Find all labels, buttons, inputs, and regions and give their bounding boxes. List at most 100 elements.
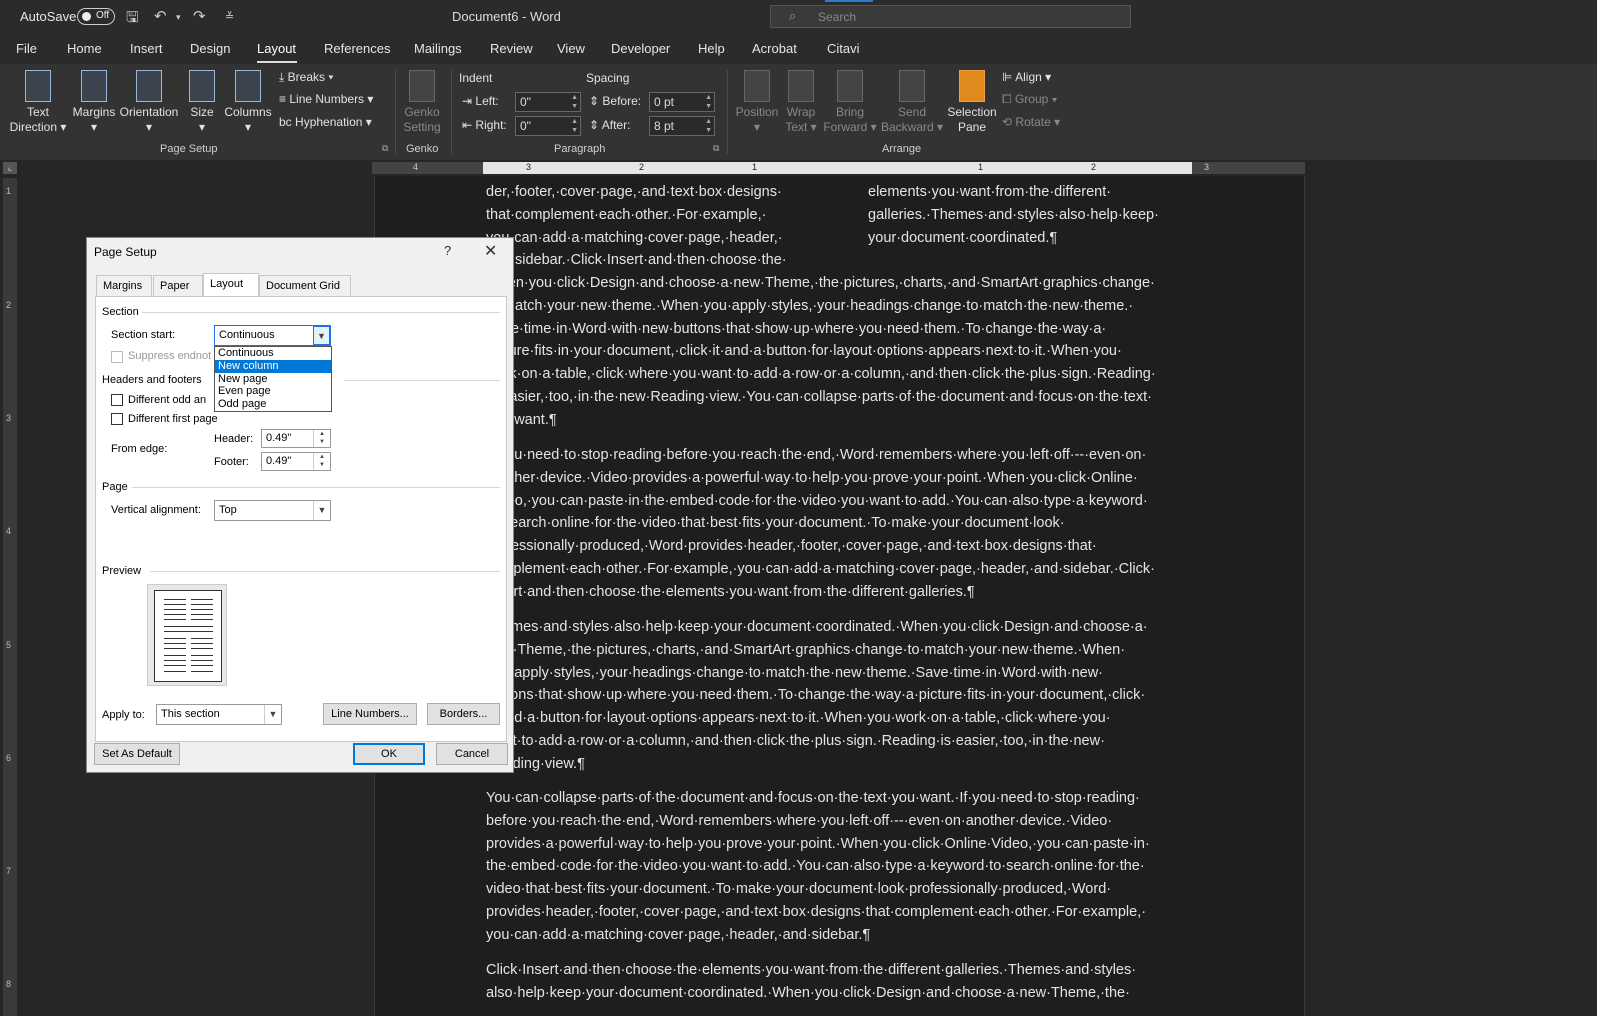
indent-left-input[interactable]: 0" ▲ ▼ <box>515 92 581 112</box>
chevron-down-icon[interactable]: ▼ <box>313 501 330 520</box>
rotate-button[interactable]: ⟲ Rotate ▾ <box>1002 115 1060 129</box>
selection-pane-button[interactable]: Selection Pane <box>945 70 999 135</box>
autosave-toggle[interactable]: Off <box>77 8 115 25</box>
save-icon[interactable]: 🖫 <box>126 7 139 32</box>
text-direction-button[interactable]: Text Direction ▾ <box>8 70 68 135</box>
spacing-before-icon: ⇕ <box>589 94 600 108</box>
ruler-number: 6 <box>6 753 12 763</box>
spacing-after-value: 8 pt <box>654 119 675 133</box>
apply-to-select[interactable]: This section ▼ <box>156 704 282 725</box>
set-as-default-button[interactable]: Set As Default <box>94 743 180 765</box>
wrap-text-icon <box>788 70 814 102</box>
align-button[interactable]: ⊫ Align ▾ <box>1002 70 1051 84</box>
tab-paper[interactable]: Paper <box>153 275 203 296</box>
search-box[interactable]: ⌕ Search <box>770 5 1131 28</box>
active-tab-indicator <box>257 61 297 63</box>
ok-button[interactable]: OK <box>353 743 425 765</box>
suppress-endnotes-label: Suppress endnot <box>128 350 212 362</box>
dropdown-option-even-page[interactable]: Even page <box>215 385 331 398</box>
tab-review[interactable]: Review <box>490 41 533 56</box>
indent-right-text: Right: <box>475 118 507 132</box>
dropdown-option-new-column[interactable]: New column <box>215 359 331 373</box>
borders-button[interactable]: Borders... <box>427 703 500 725</box>
footer-distance-input[interactable]: 0.49" ▲ ▼ <box>261 452 331 471</box>
chevron-down-icon[interactable]: ▼ <box>264 705 281 724</box>
hyphenation-button[interactable]: bc Hyphenation ▾ <box>279 115 372 129</box>
spin-arrows-icon[interactable]: ▲ ▼ <box>571 117 578 135</box>
tab-layout[interactable]: Layout <box>257 41 296 56</box>
vertical-alignment-select[interactable]: Top ▼ <box>214 500 331 521</box>
page-setup-launcher-icon[interactable]: ⧉ <box>382 143 388 154</box>
spin-arrows-icon[interactable]: ▲ ▼ <box>705 93 712 111</box>
orientation-button[interactable]: Orientation ▾ <box>118 70 180 135</box>
undo-dropdown-icon[interactable]: ▾ <box>176 12 181 23</box>
help-icon[interactable]: ? <box>444 243 451 258</box>
customize-qat-icon[interactable]: ≚ <box>225 10 234 23</box>
tab-layout[interactable]: Layout <box>203 273 259 297</box>
wrap-text-button[interactable]: Wrap Text ▾ <box>781 70 821 135</box>
spacing-before-input[interactable]: 0 pt ▲ ▼ <box>649 92 715 112</box>
tab-margins[interactable]: Margins <box>96 275 152 296</box>
indent-right-input[interactable]: 0" ▲ ▼ <box>515 116 581 136</box>
different-first-page-checkbox[interactable] <box>111 413 123 425</box>
header-distance-input[interactable]: 0.49" ▲ ▼ <box>261 429 331 448</box>
accent-line <box>825 0 873 2</box>
text-line: you·apply·styles,·your·headings·change·t… <box>486 664 1104 681</box>
position-button[interactable]: Position ▾ <box>732 70 782 135</box>
text-direction-label-1: Text <box>26 105 49 119</box>
tab-help[interactable]: Help <box>698 41 725 56</box>
dropdown-option-new-page[interactable]: New page <box>215 373 331 386</box>
margins-button[interactable]: Margins ▾ <box>70 70 118 135</box>
spin-arrows-icon[interactable]: ▲ ▼ <box>313 430 330 447</box>
ribbon-tabs: File Home Insert Design Layout Reference… <box>0 34 1597 64</box>
spin-arrows-icon[interactable]: ▲ ▼ <box>313 453 330 470</box>
spin-arrows-icon[interactable]: ▲ ▼ <box>705 117 712 135</box>
genko-setting-button[interactable]: Genko Setting <box>398 70 446 135</box>
section-start-select[interactable]: Continuous ▼ <box>214 325 331 346</box>
line-numbers-button[interactable]: ≡ Line Numbers ▾ <box>279 92 373 106</box>
line-numbers-button[interactable]: Line Numbers... <box>323 703 417 725</box>
size-button[interactable]: Size ▾ <box>184 70 220 135</box>
line-numbers-icon: ≡ <box>279 92 287 106</box>
spacing-after-input[interactable]: 8 pt ▲ ▼ <box>649 116 715 136</box>
tab-file[interactable]: File <box>16 41 37 56</box>
dropdown-option-continuous[interactable]: Continuous <box>215 347 331 360</box>
vertical-ruler[interactable]: 1 2 3 4 5 6 7 8 <box>3 178 17 1016</box>
redo-icon[interactable]: ↷ <box>193 7 206 25</box>
tab-home[interactable]: Home <box>67 41 102 56</box>
tab-developer[interactable]: Developer <box>611 41 670 56</box>
breaks-label: Breaks <box>287 70 326 84</box>
send-backward-button[interactable]: Send Backward ▾ <box>880 70 944 135</box>
text-line: and·sidebar.·Click·Insert·and·then·choos… <box>486 252 787 269</box>
breaks-button[interactable]: ⤓ Breaks ▾ <box>279 70 333 85</box>
spin-arrows-icon[interactable]: ▲ ▼ <box>571 93 578 111</box>
vertical-alignment-label: Vertical alignment: <box>111 504 201 516</box>
chevron-down-icon[interactable]: ▼ <box>313 326 330 345</box>
divider <box>150 571 500 572</box>
tab-mailings[interactable]: Mailings <box>414 41 462 56</box>
spacing-after-label: ⇕ After: <box>589 118 630 132</box>
dropdown-option-odd-page[interactable]: Odd page <box>215 398 331 411</box>
text-line: you·can·add·a·matching·cover·page,·heade… <box>486 926 871 943</box>
section-start-dropdown[interactable]: Continuous New column New page Even page… <box>214 346 332 412</box>
tab-references[interactable]: References <box>324 41 390 56</box>
different-odd-even-checkbox[interactable] <box>111 394 123 406</box>
close-icon[interactable]: ✕ <box>484 241 497 261</box>
hyphenation-icon: bc <box>279 115 292 129</box>
tab-insert[interactable]: Insert <box>130 41 163 56</box>
spacing-after-icon: ⇕ <box>589 118 600 132</box>
tab-view[interactable]: View <box>557 41 585 56</box>
columns-button[interactable]: Columns ▾ <box>222 70 274 135</box>
horizontal-ruler[interactable]: 4 3 2 1 1 2 3 <box>372 162 1305 174</box>
undo-icon[interactable]: ↶ <box>154 7 167 25</box>
tab-acrobat[interactable]: Acrobat <box>752 41 797 56</box>
tab-design[interactable]: Design <box>190 41 230 56</box>
suppress-endnotes-checkbox[interactable] <box>111 351 123 363</box>
cancel-button[interactable]: Cancel <box>436 743 508 765</box>
tab-citavi[interactable]: Citavi <box>827 41 860 56</box>
paragraph-launcher-icon[interactable]: ⧉ <box>713 143 719 154</box>
tab-selector[interactable]: ⌞ <box>3 162 17 174</box>
group-button[interactable]: ⧠ Group ▾ <box>1002 92 1058 107</box>
bring-forward-button[interactable]: Bring Forward ▾ <box>822 70 878 135</box>
tab-document-grid[interactable]: Document Grid <box>259 275 351 296</box>
